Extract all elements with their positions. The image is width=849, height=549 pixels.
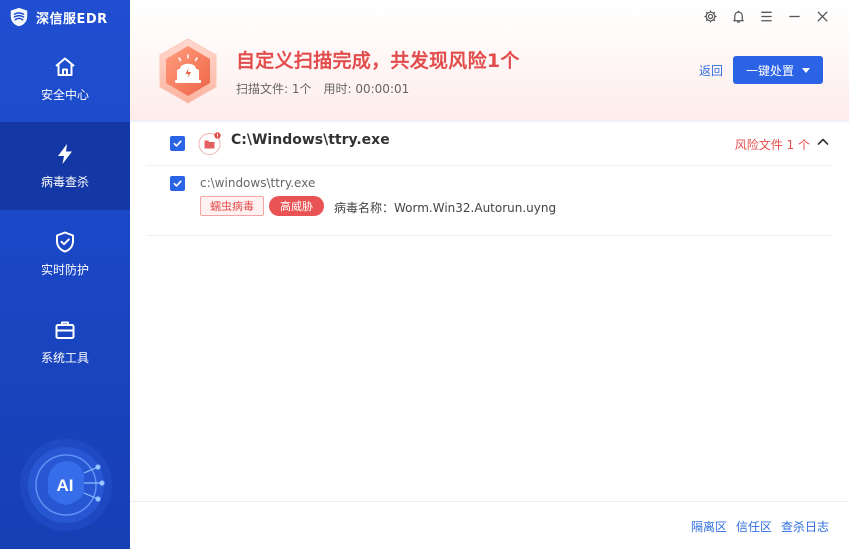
sidebar-item-virus-scan[interactable]: 病毒查杀 xyxy=(0,122,130,210)
window-controls xyxy=(701,6,831,26)
virus-name: 病毒名称：Worm.Win32.Autorun.uyng xyxy=(334,201,557,215)
notifications-button[interactable] xyxy=(729,6,747,26)
close-button[interactable] xyxy=(813,6,831,26)
checkmark-icon xyxy=(173,180,182,187)
footer: 隔离区 信任区 查杀日志 xyxy=(130,501,849,549)
page-title: 自定义扫描完成，共发现风险1个 xyxy=(236,50,520,72)
virus-type-tag: 蠕虫病毒 xyxy=(200,196,264,216)
brand: 深信服EDR xyxy=(8,5,108,29)
one-click-action-label: 一键处置 xyxy=(745,63,794,78)
one-click-action-button[interactable]: 一键处置 xyxy=(733,56,823,84)
trust-zone-link[interactable]: 信任区 xyxy=(736,518,772,535)
ai-brain-icon[interactable]: AI xyxy=(18,437,114,533)
scan-summary: 扫描文件: 1个 用时: 00:00:01 xyxy=(236,80,409,97)
sidebar-item-label: 安全中心 xyxy=(40,88,89,102)
menu-button[interactable] xyxy=(757,6,775,26)
main-panel: 自定义扫描完成，共发现风险1个 扫描文件: 1个 用时: 00:00:01 返回 … xyxy=(130,0,849,549)
caret-down-icon xyxy=(802,67,810,73)
gear-icon xyxy=(703,9,717,23)
sidebar: 深信服EDR 安全中心 病毒查杀 实时防护 系统工具 AI xyxy=(0,0,130,549)
ai-label: AI xyxy=(57,476,74,495)
toolbox-icon xyxy=(55,321,75,339)
sidebar-item-realtime-protection[interactable]: 实时防护 xyxy=(0,210,130,298)
chevron-up-icon[interactable] xyxy=(816,134,830,150)
item-file-path: c:\windows\ttry.exe xyxy=(200,176,316,190)
brand-logo-icon xyxy=(10,7,28,27)
result-item-row: c:\windows\ttry.exe 蠕虫病毒 高威胁 病毒名称：Worm.W… xyxy=(146,166,832,236)
quarantine-link[interactable]: 隔离区 xyxy=(691,518,727,535)
result-group-row: C:\Windows\ttry.exe 风险文件 1 个 xyxy=(146,124,832,166)
app-title: 深信服EDR xyxy=(36,11,108,27)
settings-button[interactable] xyxy=(701,6,719,26)
minimize-button[interactable] xyxy=(785,6,803,26)
sidebar-item-system-tools[interactable]: 系统工具 xyxy=(0,298,130,386)
scan-log-link[interactable]: 查杀日志 xyxy=(781,518,829,535)
lightning-icon xyxy=(58,144,72,164)
risk-file-count: 风险文件 1 个 xyxy=(734,138,810,152)
elapsed-time: 用时: 00:00:01 xyxy=(323,82,410,96)
close-icon xyxy=(816,10,828,22)
folder-alert-icon xyxy=(198,132,221,155)
item-checkbox[interactable] xyxy=(170,176,185,191)
sidebar-item-label: 系统工具 xyxy=(40,351,89,365)
menu-icon xyxy=(760,11,772,21)
checkmark-icon xyxy=(173,140,182,147)
back-link[interactable]: 返回 xyxy=(699,62,723,79)
minimize-icon xyxy=(788,15,800,17)
footer-links: 隔离区 信任区 查杀日志 xyxy=(691,518,829,535)
sidebar-item-label: 病毒查杀 xyxy=(40,175,89,189)
scanned-files-count: 扫描文件: 1个 xyxy=(236,82,312,96)
bell-icon xyxy=(732,10,744,23)
alarm-hexagon-icon xyxy=(159,38,217,104)
threat-level-badge: 高威胁 xyxy=(269,196,324,216)
header-divider xyxy=(130,120,849,122)
sidebar-item-security-center[interactable]: 安全中心 xyxy=(0,35,130,123)
group-checkbox[interactable] xyxy=(170,136,185,151)
home-icon xyxy=(55,57,75,76)
group-file-path: C:\Windows\ttry.exe xyxy=(231,132,390,148)
sidebar-item-label: 实时防护 xyxy=(40,263,89,277)
shield-check-icon xyxy=(56,231,74,253)
